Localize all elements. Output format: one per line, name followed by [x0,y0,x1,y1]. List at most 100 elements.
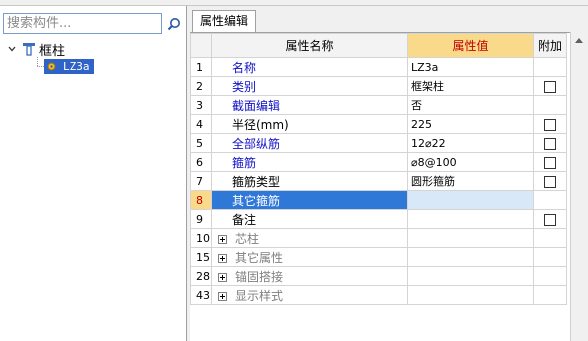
property-name-cell[interactable]: 显示样式 [211,285,408,305]
property-name-label: 名称 [232,60,257,75]
tab-property-edit[interactable]: 属性编辑 [192,10,257,32]
property-name-label: 芯柱 [235,231,260,246]
property-name-label: 其它属性 [235,250,284,265]
tree-node-frame-column[interactable]: 框柱 [6,41,66,59]
expand-plus-icon[interactable] [218,272,227,282]
property-value-cell[interactable]: 225 [407,114,534,134]
column-header-value[interactable]: 属性值 [407,33,534,58]
component-tree-panel: 搜索构件... 框柱 LZ3a [0,6,187,341]
table-row[interactable]: 5 全部纵筋 12⌀22 [190,133,567,153]
property-name-cell[interactable]: 箍筋类型 [211,171,408,191]
column-icon [22,42,36,56]
table-row[interactable]: 3 截面编辑 否 [190,95,567,115]
property-name-cell[interactable]: 箍筋 [211,152,408,172]
table-row[interactable]: 4 半径(mm) 225 [190,114,567,134]
table-row[interactable]: 2 类别 框架柱 [190,76,567,96]
property-name-label: 类别 [232,79,257,94]
property-value-cell[interactable]: 圆形箍筋 [407,171,534,191]
extra-cell [533,152,567,172]
table-group-row[interactable]: 43 显示样式 [190,285,567,305]
column-header-name[interactable]: 属性名称 [211,33,408,58]
property-value-cell[interactable]: 框架柱 [407,76,534,96]
extra-checkbox[interactable] [544,80,556,93]
property-name-cell[interactable]: 备注 [211,209,408,229]
property-name-label: 截面编辑 [232,98,281,113]
tree-connector [37,57,38,66]
tree-connector [37,66,44,67]
property-grid: 属性名称 属性值 附加 1 名称 LZ3a 2 类别 框架柱 3 截面编辑 否 4 半径(mm) 22… [190,32,570,341]
extra-cell [533,228,567,248]
row-number-header [190,33,212,58]
extra-cell [533,190,567,210]
row-number: 28 [190,266,212,286]
property-name-cell[interactable]: 名称 [211,57,408,77]
property-name-cell[interactable]: 全部纵筋 [211,133,408,153]
search-button[interactable] [163,13,184,34]
table-group-row[interactable]: 28 锚固搭接 [190,266,567,286]
column-header-extra[interactable]: 附加 [533,33,567,58]
property-value-cell [407,228,534,248]
chevron-down-icon[interactable] [6,43,18,55]
property-value-cell [407,266,534,286]
row-number: 6 [190,152,212,172]
property-value-cell[interactable]: 12⌀22 [407,133,534,153]
property-value-cell[interactable]: LZ3a [407,57,534,77]
extra-checkbox[interactable] [544,156,556,169]
table-row[interactable]: 9 备注 [190,209,567,229]
property-value-cell [407,247,534,267]
property-value-cell[interactable]: 否 [407,95,534,115]
extra-cell [533,57,567,77]
property-name-label: 其它箍筋 [232,193,281,208]
tree-node-label: 框柱 [39,43,66,59]
table-group-row[interactable]: 10 芯柱 [190,228,567,248]
extra-cell [533,95,567,115]
property-name-cell[interactable]: 其它箍筋 [211,190,408,210]
row-number: 9 [190,209,212,229]
table-row[interactable]: 8 其它箍筋 [190,190,567,210]
extra-cell [533,247,567,267]
row-number: 3 [190,95,212,115]
property-name-label: 锚固搭接 [235,269,284,284]
row-number: 2 [190,76,212,96]
scroll-up-icon[interactable] [575,38,583,43]
table-group-row[interactable]: 15 其它属性 [190,247,567,267]
property-name-cell[interactable]: 类别 [211,76,408,96]
row-number: 7 [190,171,212,191]
extra-checkbox[interactable] [544,175,556,188]
table-header-row: 属性名称 属性值 附加 [190,33,567,58]
table-row[interactable]: 6 箍筋 ⌀8@100 [190,152,567,172]
property-name-label: 箍筋 [232,155,257,170]
extra-cell [533,114,567,134]
table-row[interactable]: 1 名称 LZ3a [190,57,567,77]
extra-cell [533,266,567,286]
tree-node-lz3a[interactable]: LZ3a [44,58,94,74]
property-name-cell[interactable]: 半径(mm) [211,114,408,134]
extra-checkbox[interactable] [544,137,556,150]
search-icon [167,17,180,30]
extra-cell [533,285,567,305]
property-name-cell[interactable]: 截面编辑 [211,95,408,115]
expand-plus-icon[interactable] [218,234,227,244]
row-number: 15 [190,247,212,267]
table-row[interactable]: 7 箍筋类型 圆形箍筋 [190,171,567,191]
extra-checkbox[interactable] [544,118,556,131]
property-value-cell [407,285,534,305]
extra-checkbox[interactable] [544,213,556,226]
property-name-cell[interactable]: 其它属性 [211,247,408,267]
property-name-label: 半径(mm) [232,117,289,132]
property-value-cell[interactable] [407,209,534,229]
row-number: 10 [190,228,212,248]
expand-plus-icon[interactable] [218,291,227,301]
property-name-label: 全部纵筋 [232,136,281,151]
property-value-cell[interactable] [407,190,534,210]
extra-cell [533,133,567,153]
extra-cell [533,209,567,229]
property-name-label: 显示样式 [235,288,284,303]
property-value-cell[interactable]: ⌀8@100 [407,152,534,172]
row-number: 43 [190,285,212,305]
expand-plus-icon[interactable] [218,253,227,263]
search-input[interactable]: 搜索构件... [3,13,162,34]
property-name-cell[interactable]: 芯柱 [211,228,408,248]
vertical-scrollbar[interactable] [570,32,588,341]
property-name-cell[interactable]: 锚固搭接 [211,266,408,286]
